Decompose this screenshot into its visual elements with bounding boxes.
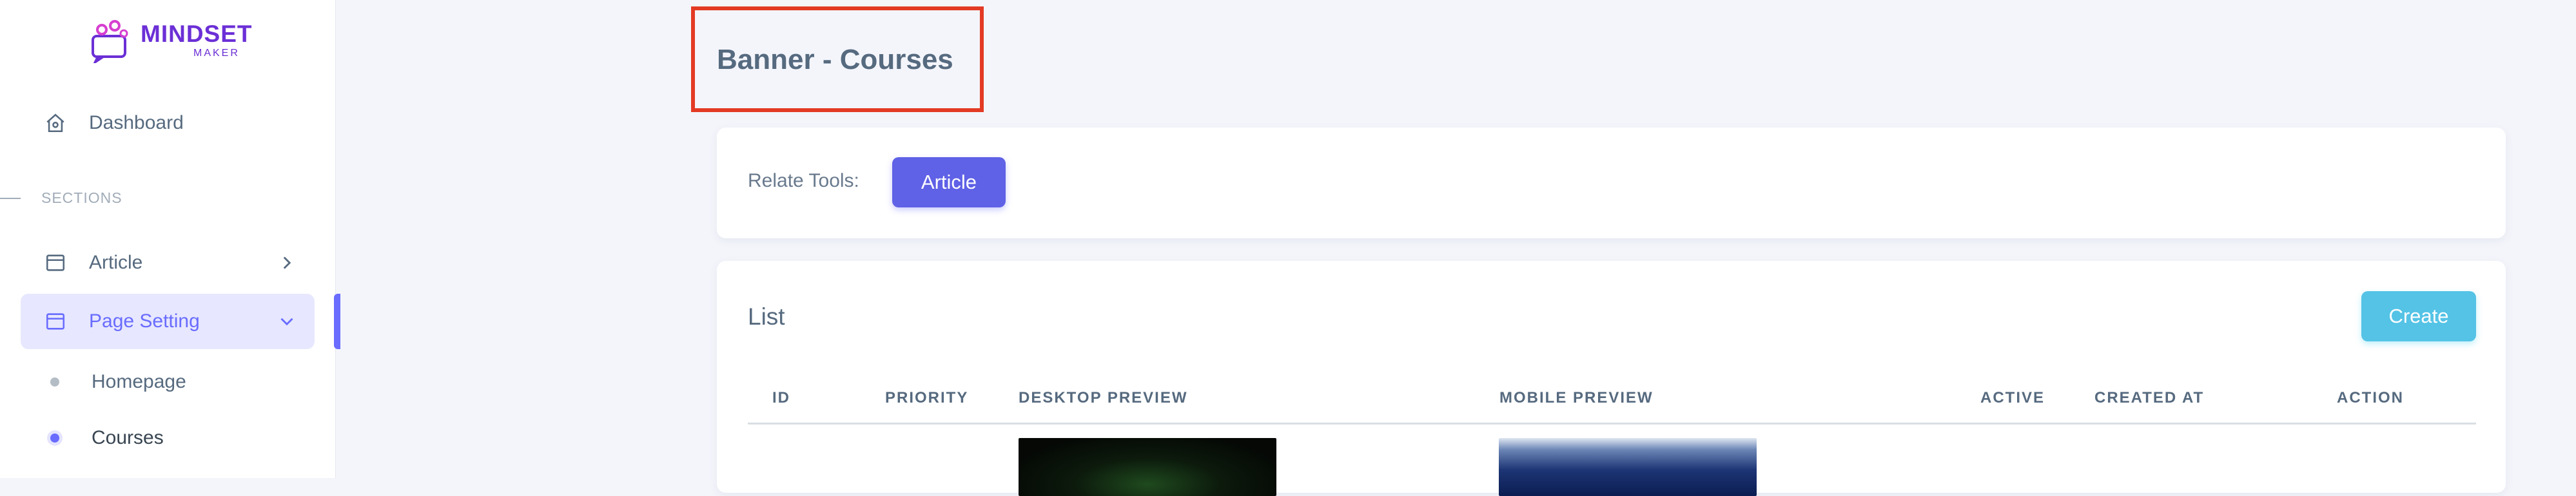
column-header-id[interactable]: ID	[772, 389, 790, 407]
column-header-priority[interactable]: PRIORITY	[885, 389, 968, 407]
sidebar-subitem-label: Homepage	[92, 371, 186, 392]
create-button[interactable]: Create	[2361, 291, 2476, 341]
list-title: List	[748, 303, 785, 330]
logo-title: MINDSET	[141, 20, 253, 47]
tools-label: Relate Tools:	[748, 170, 859, 191]
column-header-desktop-preview[interactable]: DESKTOP PREVIEW	[1019, 389, 1188, 407]
mobile-preview-image[interactable]	[1499, 438, 1757, 496]
layout-icon	[40, 306, 71, 337]
sidebar: MINDSET MAKER Dashboard SECTIONS Article	[0, 0, 340, 478]
chevron-right-icon	[283, 256, 291, 269]
section-header: SECTIONS	[0, 189, 122, 207]
table-header: ID PRIORITY DESKTOP PREVIEW MOBILE PREVI…	[748, 381, 2476, 424]
sidebar-subitem-courses[interactable]: Courses	[21, 417, 164, 459]
sidebar-subitem-homepage[interactable]: Homepage	[21, 361, 186, 403]
sidebar-subitem-label: Courses	[92, 427, 164, 448]
sidebar-item-label: Dashboard	[89, 112, 184, 133]
sidebar-item-dashboard[interactable]: Dashboard	[21, 95, 315, 151]
logo-icon	[92, 20, 128, 63]
article-button[interactable]: Article	[892, 157, 1006, 207]
bullet-icon	[50, 377, 59, 386]
sidebar-item-label: Page Setting	[89, 310, 200, 332]
bullet-icon	[50, 434, 59, 443]
layout-icon	[40, 247, 71, 278]
desktop-preview-image[interactable]	[1019, 438, 1276, 496]
logo[interactable]: MINDSET MAKER	[89, 17, 253, 63]
column-header-mobile-preview[interactable]: MOBILE PREVIEW	[1499, 389, 1654, 407]
tools-card: Relate Tools: Article	[717, 128, 2506, 238]
sidebar-item-article[interactable]: Article	[21, 235, 315, 291]
column-header-action: ACTION	[2337, 389, 2404, 406]
sidebar-item-page-setting[interactable]: Page Setting	[21, 294, 340, 349]
chevron-down-icon	[280, 318, 293, 326]
list-card: List Create ID PRIORITY DESKTOP PREVIEW …	[717, 261, 2506, 496]
sidebar-item-label: Article	[89, 252, 143, 273]
home-icon	[40, 108, 71, 138]
logo-subtitle: MAKER	[193, 47, 240, 59]
highlight-annotation	[691, 6, 984, 112]
column-header-created-at[interactable]: CREATED AT	[2094, 389, 2204, 407]
column-header-active[interactable]: ACTIVE	[1980, 389, 2045, 407]
